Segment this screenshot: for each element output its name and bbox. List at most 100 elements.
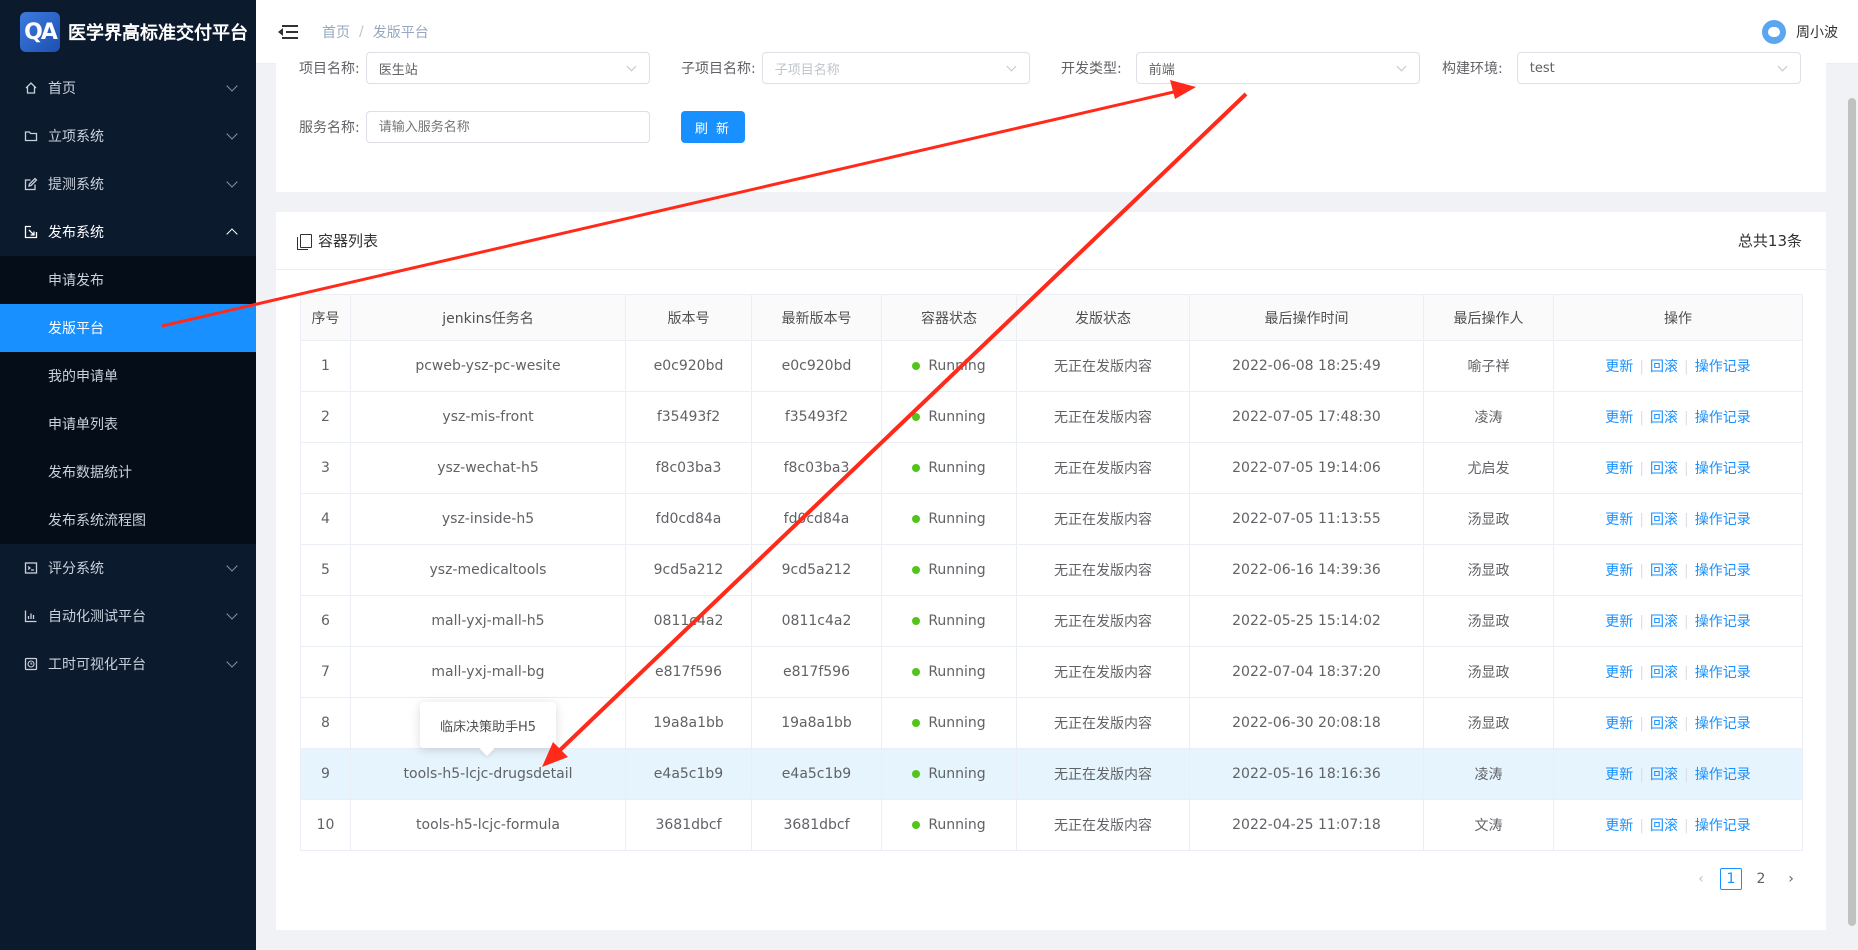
service-input[interactable]	[365, 111, 650, 143]
page-number[interactable]: 2	[1750, 868, 1772, 890]
rollback-link[interactable]: 回滚	[1650, 767, 1678, 783]
rollback-link[interactable]: 回滚	[1650, 716, 1678, 732]
operation-log-link[interactable]: 操作记录	[1695, 767, 1751, 783]
version: f35493f2	[625, 391, 752, 443]
subproject-select[interactable]: 子项目名称	[761, 52, 1030, 84]
latest-version: e817f596	[751, 646, 882, 698]
last-operator: 凌涛	[1423, 391, 1554, 443]
last-operator: 文涛	[1423, 799, 1554, 851]
operation-log-link[interactable]: 操作记录	[1695, 410, 1751, 426]
rollback-link[interactable]: 回滚	[1650, 359, 1678, 375]
sidebar-item-label: 工时可视化平台	[48, 657, 146, 673]
status-text: Running	[928, 358, 986, 374]
next-page-button[interactable]: ›	[1780, 868, 1802, 890]
rollback-link[interactable]: 回滚	[1650, 512, 1678, 528]
update-link[interactable]: 更新	[1605, 818, 1633, 834]
latest-version: 0811c4a2	[751, 595, 882, 647]
rollback-link[interactable]: 回滚	[1650, 461, 1678, 477]
edit-icon	[24, 177, 38, 191]
rollback-link[interactable]: 回滚	[1650, 563, 1678, 579]
container-status: Running	[881, 544, 1017, 596]
operation-log-link[interactable]: 操作记录	[1695, 818, 1751, 834]
sidebar-item-release[interactable]: 发布系统	[0, 208, 256, 256]
sidebar-subitem-my-applications[interactable]: 我的申请单	[0, 352, 256, 400]
table-row[interactable]: 3 ysz-wechat-h5 f8c03ba3 f8c03ba3 Running 无正在…	[300, 442, 1803, 494]
update-link[interactable]: 更新	[1605, 410, 1633, 426]
rollback-link[interactable]: 回滚	[1650, 614, 1678, 630]
devtype-select[interactable]: 前端	[1135, 52, 1420, 84]
row-actions: 更新 | 回滚 | 操作记录	[1553, 340, 1803, 392]
jenkins-job-name: ysz-mis-front	[350, 391, 626, 443]
app-logo[interactable]: QA 医学界高标准交付平台	[0, 0, 256, 64]
table-row[interactable]: 5 ysz-medicaltools 9cd5a212 9cd5a212 Running…	[300, 544, 1803, 596]
table-row[interactable]: 1 pcweb-ysz-pc-wesite e0c920bd e0c920bd Runn…	[300, 340, 1803, 392]
sidebar-item-scoring[interactable]: 评分系统	[0, 544, 256, 592]
page-number[interactable]: 1	[1720, 868, 1742, 890]
update-link[interactable]: 更新	[1605, 563, 1633, 579]
sidebar-item-test[interactable]: 提测系统	[0, 160, 256, 208]
sidebar-subitem-release-platform[interactable]: 发版平台	[0, 304, 256, 352]
rollback-link[interactable]: 回滚	[1650, 665, 1678, 681]
table-row[interactable]: 6 mall-yxj-mall-h5 0811c4a2 0811c4a2 Running…	[300, 595, 1803, 647]
column-header: 最新版本号	[751, 294, 882, 341]
operation-log-link[interactable]: 操作记录	[1695, 665, 1751, 681]
sidebar-subitem-apply-release[interactable]: 申请发布	[0, 256, 256, 304]
update-link[interactable]: 更新	[1605, 716, 1633, 732]
row-index: 3	[300, 442, 351, 494]
row-index: 6	[300, 595, 351, 647]
latest-version: 3681dbcf	[751, 799, 882, 851]
status-dot-icon	[912, 770, 921, 778]
table-row[interactable]: 9 tools-h5-lcjc-drugsdetail e4a5c1b9 e4a5c1…	[300, 748, 1803, 800]
sidebar-subitem-application-list[interactable]: 申请单列表	[0, 400, 256, 448]
update-link[interactable]: 更新	[1605, 665, 1633, 681]
operation-log-link[interactable]: 操作记录	[1695, 359, 1751, 375]
chevron-down-icon	[226, 608, 238, 620]
buildenv-select[interactable]: test	[1516, 52, 1801, 84]
sidebar-subitem-release-stats[interactable]: 发布数据统计	[0, 448, 256, 496]
operation-log-link[interactable]: 操作记录	[1695, 512, 1751, 528]
project-select[interactable]: 医生站	[365, 52, 650, 84]
operation-log-link[interactable]: 操作记录	[1695, 716, 1751, 732]
table-row[interactable]: 2 ysz-mis-front f35493f2 f35493f2 Running 无正在…	[300, 391, 1803, 443]
collapse-menu-icon[interactable]	[278, 24, 298, 40]
update-link[interactable]: 更新	[1605, 767, 1633, 783]
jenkins-job-name: ysz-wechat-h5	[350, 442, 626, 494]
page-scrollbar[interactable]	[1848, 98, 1856, 926]
update-link[interactable]: 更新	[1605, 614, 1633, 630]
sidebar: QA 医学界高标准交付平台 首页 立项系统 提测系统 发布系统 申请发布 发版平…	[0, 0, 256, 950]
row-index: 10	[300, 799, 351, 851]
row-index: 7	[300, 646, 351, 698]
sidebar-item-autotest[interactable]: 自动化测试平台	[0, 592, 256, 640]
version: 19a8a1bb	[625, 697, 752, 749]
update-link[interactable]: 更新	[1605, 512, 1633, 528]
operation-log-link[interactable]: 操作记录	[1695, 461, 1751, 477]
version: e817f596	[625, 646, 752, 698]
breadcrumb-home[interactable]: 首页	[322, 22, 350, 42]
last-operation-time: 2022-07-05 11:13:55	[1189, 493, 1424, 545]
sidebar-item-project[interactable]: 立项系统	[0, 112, 256, 160]
table-row[interactable]: 10 tools-h5-lcjc-formula 3681dbcf 3681dbcf R…	[300, 799, 1803, 851]
user-menu[interactable]: 周小波	[1762, 20, 1838, 44]
sidebar-subitem-release-flowchart[interactable]: 发布系统流程图	[0, 496, 256, 544]
sidebar-item-worktime[interactable]: 工时可视化平台	[0, 640, 256, 688]
latest-version: 19a8a1bb	[751, 697, 882, 749]
release-status: 无正在发版内容	[1016, 697, 1190, 749]
refresh-button[interactable]: 刷 新	[681, 111, 745, 143]
column-header: 容器状态	[881, 294, 1017, 341]
table-row[interactable]: 4 ysz-inside-h5 fd0cd84a fd0cd84a Running 无正在…	[300, 493, 1803, 545]
sidebar-item-home[interactable]: 首页	[0, 64, 256, 112]
row-index: 4	[300, 493, 351, 545]
table-row[interactable]: 7 mall-yxj-mall-bg e817f596 e817f596 Running…	[300, 646, 1803, 698]
row-actions: 更新 | 回滚 | 操作记录	[1553, 391, 1803, 443]
update-link[interactable]: 更新	[1605, 359, 1633, 375]
rollback-link[interactable]: 回滚	[1650, 818, 1678, 834]
row-actions: 更新 | 回滚 | 操作记录	[1553, 544, 1803, 596]
total-count: 总共13条	[1737, 232, 1802, 250]
operation-log-link[interactable]: 操作记录	[1695, 563, 1751, 579]
update-link[interactable]: 更新	[1605, 461, 1633, 477]
release-status: 无正在发版内容	[1016, 391, 1190, 443]
operation-log-link[interactable]: 操作记录	[1695, 614, 1751, 630]
buildenv-value: test	[1529, 60, 1555, 76]
prev-page-button[interactable]: ‹	[1690, 868, 1712, 890]
rollback-link[interactable]: 回滚	[1650, 410, 1678, 426]
